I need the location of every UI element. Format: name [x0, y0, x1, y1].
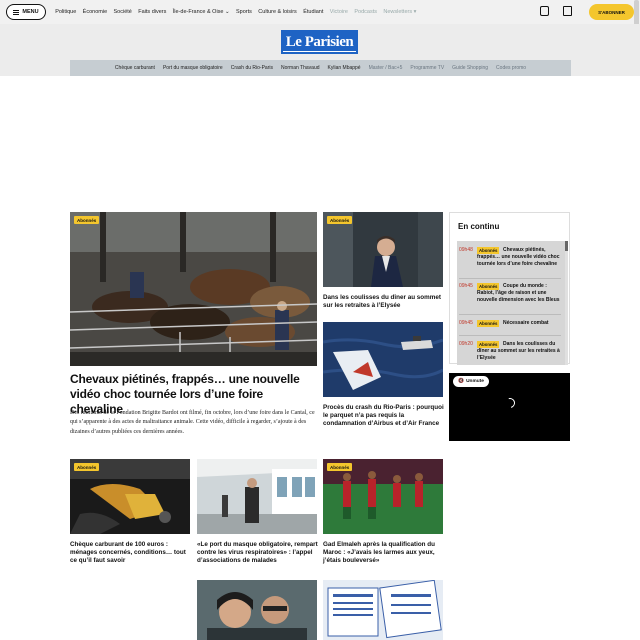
live-news-list: 09h48 Abonnés Chevaux piétinés, frappés…… [457, 241, 565, 365]
nav-item-faits-divers[interactable]: Faits divers [135, 9, 170, 15]
nav-item-newsletters[interactable]: Newsletters ▾ [380, 9, 419, 15]
nav-item-politique[interactable]: Politique [52, 9, 79, 15]
trend-codes-promo[interactable]: Codes promo [492, 65, 530, 71]
trend-master-bac5[interactable]: Master / Bac+5 [365, 65, 407, 71]
fuel-article-image[interactable]: Abonnés [70, 459, 190, 534]
menu-button[interactable]: MENU [6, 4, 46, 20]
nav-item-ile-de-france[interactable]: Île-de-France & Oise ⌄ [170, 9, 233, 15]
hamburger-icon [13, 9, 20, 15]
elysee-article-title[interactable]: Dans les coulisses du dîner au sommet su… [323, 294, 445, 310]
trend-guide-shopping[interactable]: Guide Shopping [448, 65, 492, 71]
subscriber-badge: Abonnés [327, 216, 353, 224]
mask-article-title[interactable]: «Le port du masque obligatoire, rempart … [197, 541, 319, 566]
newspaper-icon[interactable] [563, 6, 572, 16]
horse-fair-photo [70, 212, 317, 366]
football-article-title[interactable]: Gad Elmaleh après la qualification du Ma… [323, 541, 445, 566]
live-item-text: Coupe du monde : Rabiot, l’âge de raison… [477, 283, 560, 303]
subscriber-badge: Abonnés [327, 463, 353, 471]
speaker-muted-icon: 🔇 [458, 379, 465, 384]
subscribe-button[interactable]: S'ABONNER [589, 4, 634, 20]
unmute-label: Unmute [466, 379, 484, 384]
lottery-article-image[interactable] [323, 580, 443, 640]
menu-label: MENU [22, 9, 39, 15]
trend-programme-tv[interactable]: Programme TV [406, 65, 448, 71]
nav-item-podcasts[interactable]: Podcasts [351, 9, 380, 15]
elysee-article-image[interactable]: Abonnés [323, 212, 443, 287]
divider [459, 314, 561, 315]
top-navigation-bar: MENU Politique Économie Société Faits di… [0, 0, 640, 24]
rio-article-title[interactable]: Procès du crash du Rio-Paris : pourquoi … [323, 404, 445, 429]
header-icons [540, 6, 572, 16]
trend-kylian-mbappe[interactable]: Kylian Mbappé [324, 65, 365, 71]
live-item-time: 09h48 [459, 247, 473, 253]
sea-wreckage-photo [323, 322, 443, 397]
people-article-image[interactable] [197, 580, 317, 640]
divider [459, 278, 561, 279]
live-item-text: Dans les coulisses du dîner au sommet su… [477, 341, 560, 361]
live-item-time: 09h45 [459, 320, 473, 326]
trending-topics-bar: Chèque carburant Port du masque obligato… [70, 60, 571, 76]
main-article-lead: Des militants de la Fondation Brigitte B… [70, 410, 315, 435]
live-list-scrollbar[interactable] [565, 241, 568, 365]
nav-item-sports[interactable]: Sports [233, 9, 255, 15]
trend-norman-thavaud[interactable]: Norman Thavaud [277, 65, 324, 71]
divider [459, 335, 561, 336]
video-player[interactable]: 🔇 Unmute [449, 373, 570, 441]
live-news-panel: En continu 09h48 Abonnés Chevaux piétiné… [449, 212, 570, 365]
live-item-time: 09h20 [459, 341, 473, 347]
trend-crash-rio-paris[interactable]: Crash du Rio-Paris [227, 65, 277, 71]
subscriber-badge: Abonnés [74, 216, 100, 224]
live-item-time: 09h45 [459, 283, 473, 289]
trend-cheque-carburant[interactable]: Chèque carburant [111, 65, 159, 71]
subscriber-badge: Abonnés [74, 463, 100, 471]
nav-item-culture[interactable]: Culture & loisirs [255, 9, 300, 15]
trend-port-du-masque[interactable]: Port du masque obligatoire [159, 65, 227, 71]
mask-article-image[interactable] [197, 459, 317, 534]
nav-item-societe[interactable]: Société [110, 9, 135, 15]
main-article-image[interactable]: Abonnés [70, 212, 317, 366]
loading-spinner-icon [503, 396, 517, 410]
fuel-article-title[interactable]: Chèque carburant de 100 euros : ménages … [70, 541, 192, 566]
lottery-tickets-photo [323, 580, 443, 640]
unmute-button[interactable]: 🔇 Unmute [453, 376, 489, 387]
smiling-couple-photo [197, 580, 317, 640]
le-parisien-logo[interactable]: Le Parisien [281, 30, 358, 54]
football-article-image[interactable]: Abonnés [323, 459, 443, 534]
account-icon[interactable] [540, 6, 549, 16]
nav-item-etudiant[interactable]: Étudiant [300, 9, 327, 15]
section-nav: Politique Économie Société Faits divers … [52, 9, 420, 15]
metro-station-photo [197, 459, 317, 534]
live-item-text: Chevaux piétinés, frappés… une nouvelle … [477, 247, 560, 267]
nav-item-economie[interactable]: Économie [79, 9, 110, 15]
live-heading: En continu [458, 222, 500, 231]
nav-item-victoire[interactable]: Victoire [327, 9, 352, 15]
live-item-text: Nécessaire combat [503, 320, 549, 326]
rio-article-image[interactable] [323, 322, 443, 397]
